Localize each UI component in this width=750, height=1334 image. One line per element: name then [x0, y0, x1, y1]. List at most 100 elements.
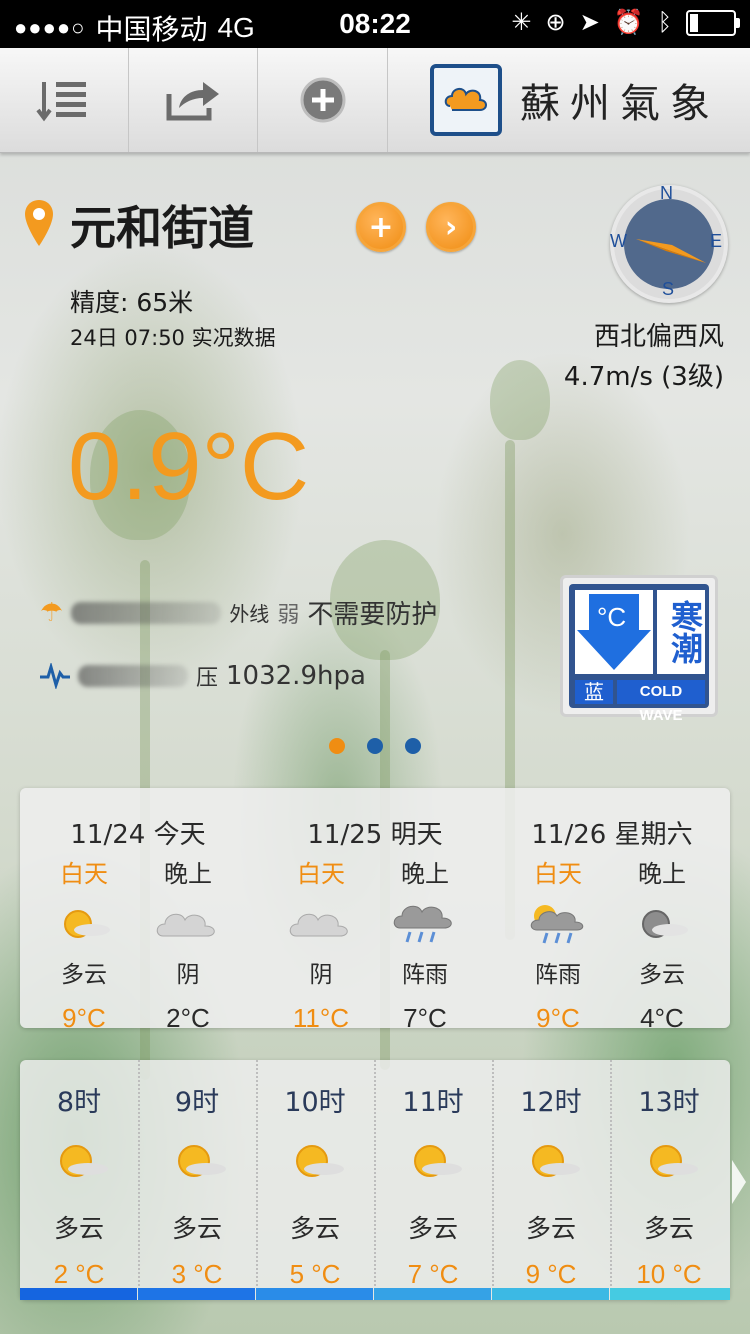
warning-symbol: °C — [597, 602, 627, 632]
partly-cloudy-icon — [256, 1133, 374, 1189]
partly-cloudy-icon — [610, 1133, 728, 1189]
battery-level — [690, 13, 699, 32]
next-location-button[interactable]: › — [426, 202, 476, 252]
overcast-icon — [138, 901, 238, 947]
partly-cloudy-icon — [34, 901, 134, 947]
menu-list-icon — [36, 82, 86, 122]
wind-compass: N S E W — [610, 183, 728, 303]
hourly-item: 9时 多云 3 °C — [138, 1060, 258, 1290]
condition: 多云 — [53, 1214, 104, 1243]
temperature: 11°C — [292, 1003, 350, 1033]
partly-cloudy-icon — [138, 1133, 256, 1189]
plus-icon: + — [368, 209, 394, 245]
temperature: 9°C — [536, 1003, 580, 1033]
condition: 多云 — [289, 1214, 340, 1243]
temperature-color-bar — [20, 1288, 137, 1300]
temperature: 7 °C — [407, 1259, 459, 1289]
wind-speed: 4.7m/s (3级) — [563, 362, 724, 392]
hourly-item: 10时 多云 5 °C — [256, 1060, 376, 1290]
condition: 多云 — [525, 1214, 576, 1243]
temperature-color-bar — [492, 1288, 609, 1300]
pulse-icon — [40, 663, 70, 689]
share-button[interactable] — [129, 48, 258, 152]
compass-e: E — [710, 231, 723, 251]
cloud-seal-icon — [430, 64, 502, 136]
add-location-button[interactable]: + — [356, 202, 406, 252]
night-slot: 晚上 多云 4°C — [612, 854, 712, 1034]
uv-fragment: 外线 — [229, 602, 270, 626]
location-precision: 精度: 65米 — [70, 288, 194, 317]
bg-bud — [490, 360, 550, 440]
hourly-forecast[interactable]: 8时 多云 2 °C 9时 多云 3 °C 10时 多云 5 °C 11时 多云… — [20, 1060, 730, 1300]
page-indicator[interactable] — [0, 738, 750, 754]
overcast-icon — [271, 901, 371, 947]
condition: 多云 — [643, 1214, 694, 1243]
partly-cloudy-night-icon — [612, 901, 712, 947]
condition: 阴 — [309, 962, 333, 988]
condition: 多云 — [61, 962, 107, 988]
forecast-day[interactable]: 11/24 今天 白天 多云 9°C 晚上 阴 2°C — [20, 788, 256, 1033]
location-name: 元和街道 — [70, 201, 254, 255]
hour-label: 10时 — [284, 1087, 346, 1118]
forecast-date: 11/24 今天 — [70, 820, 206, 850]
hourly-item: 11时 多云 7 °C — [374, 1060, 494, 1290]
night-slot: 晚上 阴 2°C — [138, 854, 238, 1034]
shower-icon — [375, 901, 475, 947]
daytime-label: 白天 — [297, 860, 345, 888]
hourly-item: 12时 多云 9 °C — [492, 1060, 612, 1290]
forecast-day[interactable]: 11/25 明天 白天 阴 11°C 晚上 阵雨 7°C — [257, 788, 493, 1033]
obscured-text — [78, 665, 188, 687]
day-slot: 白天 多云 9°C — [34, 854, 134, 1034]
night-label: 晚上 — [638, 860, 686, 888]
warning-type: 寒潮 — [657, 590, 705, 674]
logo-text: 蘇州氣象 — [520, 81, 720, 127]
cold-wave-warning[interactable]: °C 寒潮 蓝 COLD WAVE — [560, 575, 718, 724]
day-slot: 白天 阵雨 9°C — [508, 854, 608, 1034]
night-label: 晚上 — [164, 860, 212, 888]
toolbar: 蘇州氣象 — [0, 48, 750, 153]
hour-label: 9时 — [174, 1087, 220, 1118]
temperature-color-bar — [256, 1288, 373, 1300]
menu-button[interactable] — [0, 48, 129, 152]
temperature: 9°C — [62, 1003, 106, 1033]
obscured-text — [71, 601, 222, 624]
temperature-color-bar — [610, 1288, 730, 1300]
current-temperature: 0.9°C — [68, 413, 310, 520]
partly-cloudy-icon — [492, 1133, 610, 1189]
temperature-color-bar — [374, 1288, 491, 1300]
condition: 阵雨 — [535, 962, 581, 988]
temperature: 7°C — [403, 1003, 447, 1033]
temperature: 2 °C — [53, 1259, 105, 1289]
location-pin-icon — [25, 200, 53, 246]
forecast-day[interactable]: 11/26 星期六 白天 阵雨 9°C 晚上 多云 4°C — [494, 788, 730, 1033]
status-bar: ●●●●○ 中国移动 4G 08:22 ✳ ⊕ ➤ ⏰ ᛒ — [0, 0, 750, 48]
temperature: 9 °C — [525, 1259, 577, 1289]
uv-advice: 不需要防护 — [307, 600, 438, 630]
page-dot[interactable] — [367, 738, 383, 754]
partly-cloudy-icon — [374, 1133, 492, 1189]
page-dot[interactable] — [329, 738, 345, 754]
pressure-row: 压 1032.9hpa — [40, 660, 366, 692]
hour-label: 12时 — [520, 1087, 582, 1118]
hourly-item: 13时 多云 10 °C — [610, 1060, 728, 1290]
hourly-item: 8时 多云 2 °C — [20, 1060, 140, 1290]
compass-w: W — [610, 231, 627, 251]
forecast-date: 11/26 星期六 — [531, 820, 693, 850]
temperature: 2°C — [166, 1003, 210, 1033]
partly-cloudy-icon — [20, 1133, 138, 1189]
night-slot: 晚上 阵雨 7°C — [375, 854, 475, 1034]
bluetooth-icon: ᛒ — [657, 8, 672, 36]
temperature-color-bar — [138, 1288, 255, 1300]
page-dot[interactable] — [405, 738, 421, 754]
add-city-button[interactable] — [259, 48, 388, 152]
scroll-right-arrow-icon[interactable] — [732, 1160, 746, 1204]
compass-s: S — [662, 279, 675, 299]
condition: 阴 — [176, 962, 200, 988]
warning-level: 蓝 — [575, 680, 613, 704]
location-arrow-icon: ➤ — [579, 9, 600, 36]
temperature: 5 °C — [289, 1259, 341, 1289]
temperature: 3 °C — [171, 1259, 223, 1289]
daily-forecast: 11/24 今天 白天 多云 9°C 晚上 阴 2°C 11/25 明天 白天 … — [20, 788, 730, 1033]
warning-panel: °C 寒潮 蓝 COLD WAVE — [569, 584, 709, 724]
day-slot: 白天 阴 11°C — [271, 854, 371, 1034]
